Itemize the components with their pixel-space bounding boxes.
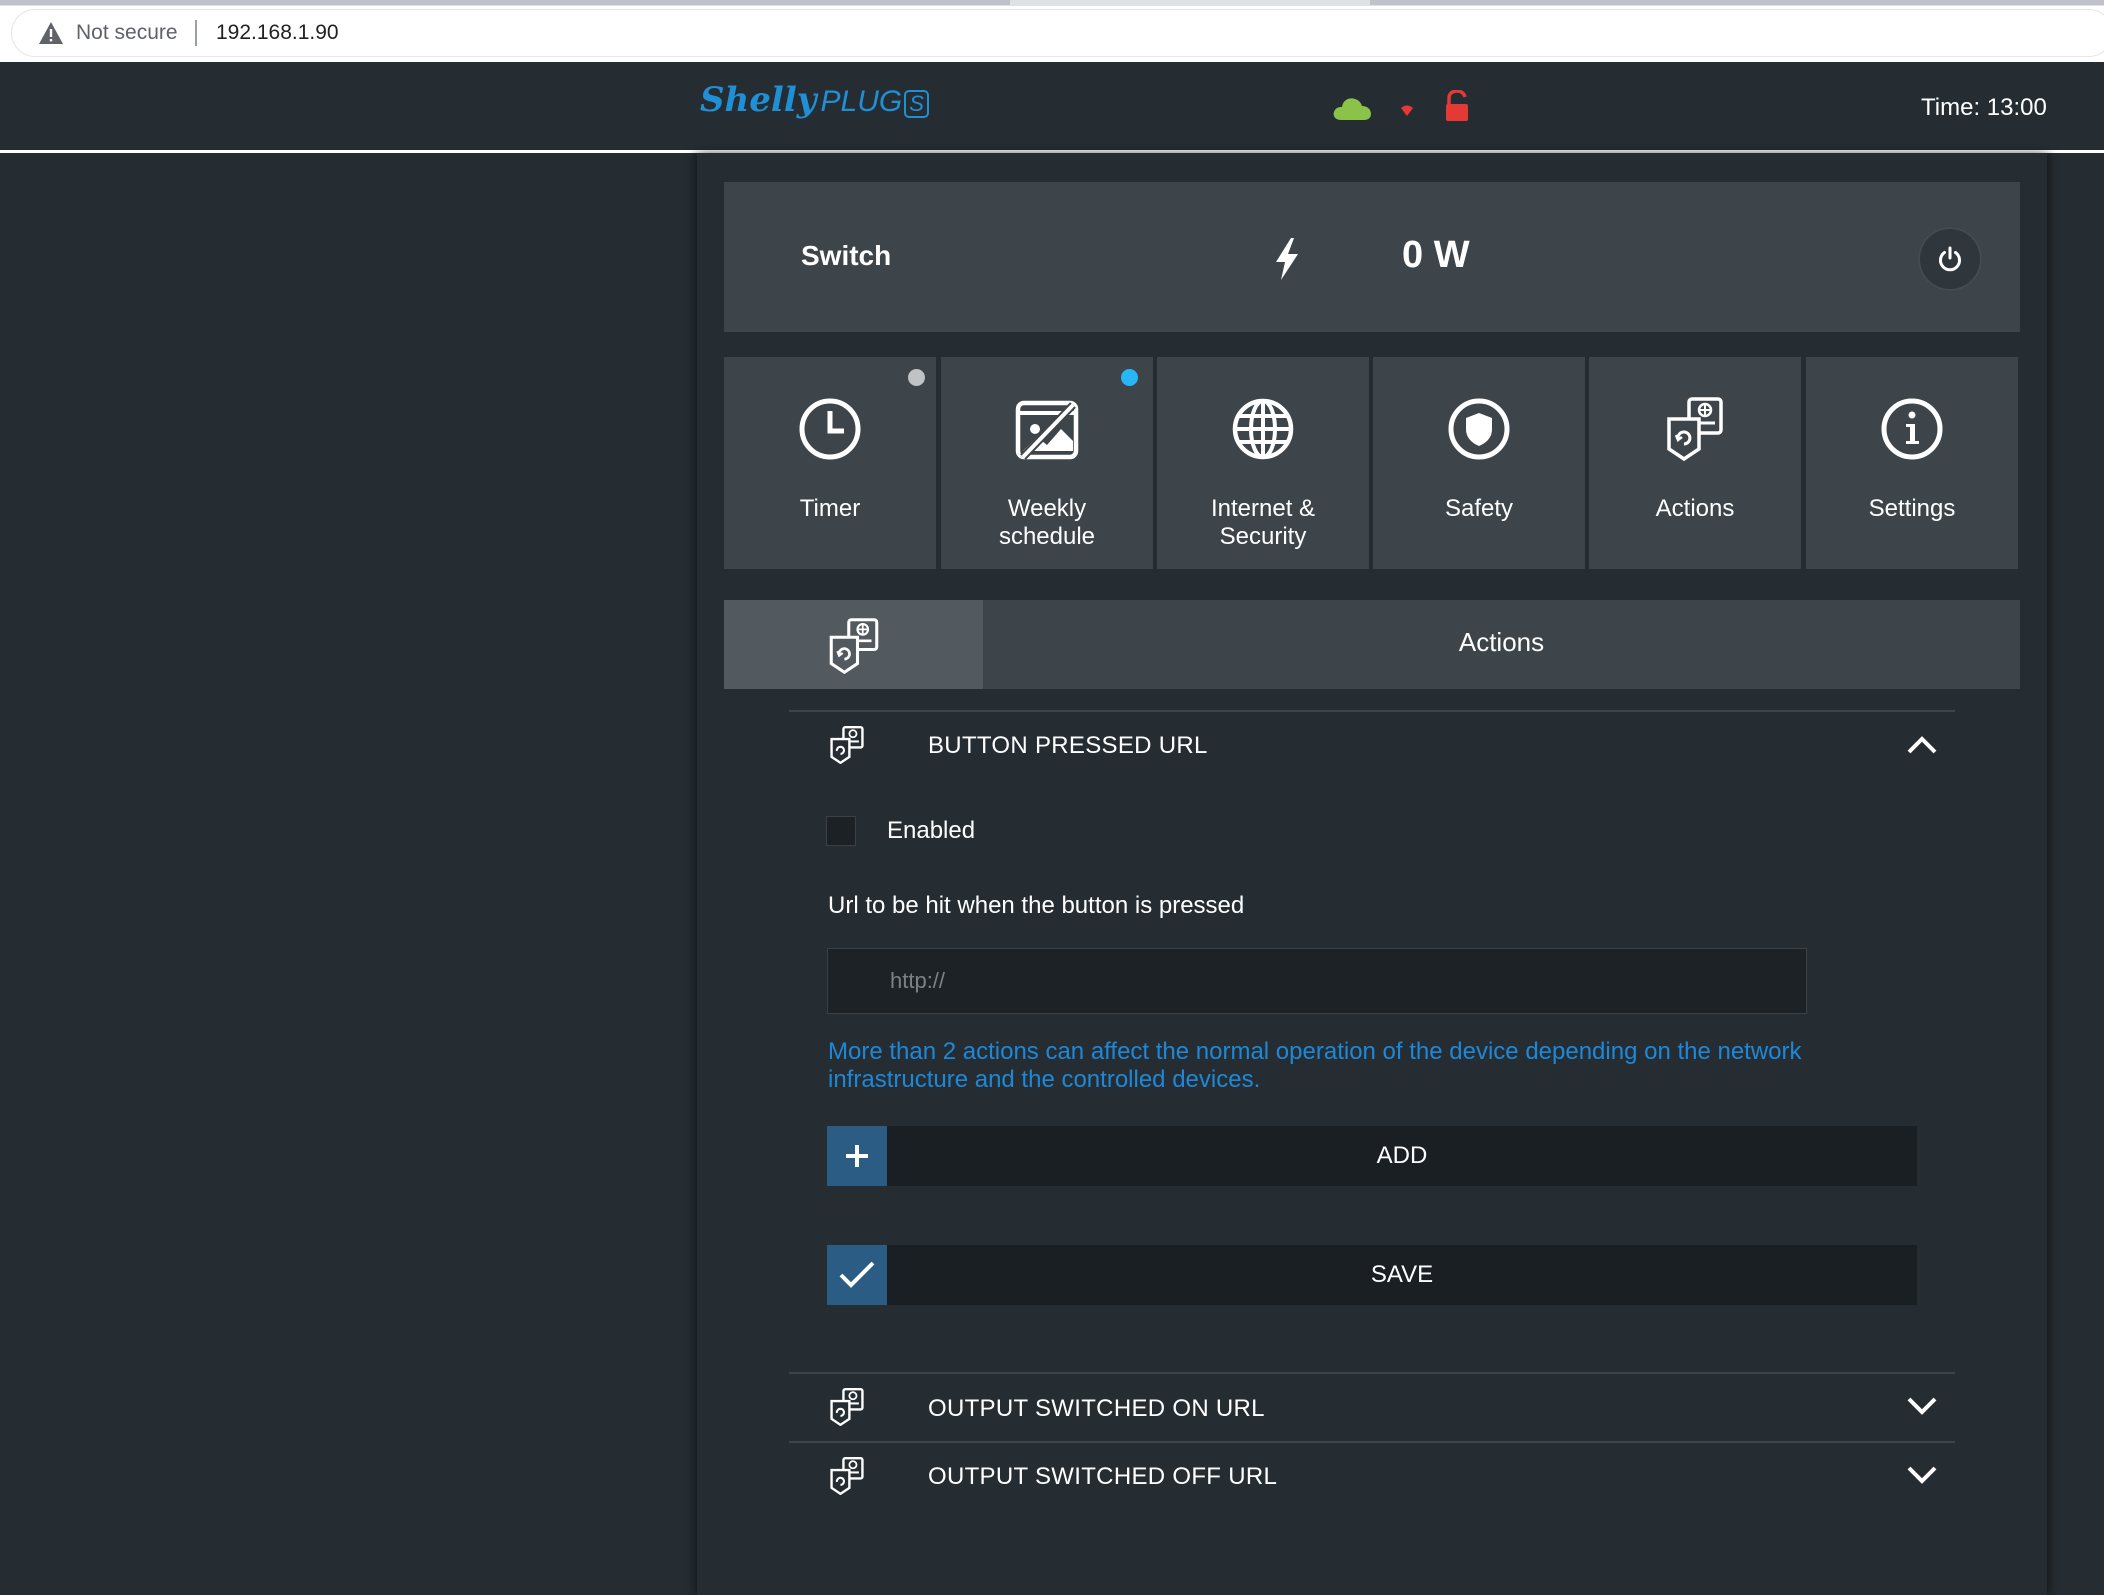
- globe-icon: [1232, 398, 1294, 460]
- section-divider: [789, 1372, 1955, 1374]
- browser-tab[interactable]: [0, 0, 1010, 5]
- checkmark-icon: [839, 1261, 875, 1288]
- logo-brand: Shelly: [700, 80, 817, 120]
- tile-actions[interactable]: Actions: [1589, 357, 1801, 569]
- add-iconbox: [827, 1126, 887, 1186]
- status-dot: [1121, 369, 1138, 386]
- tile-label: Timer: [799, 495, 861, 522]
- time-display: Time: 13:00: [1921, 94, 2047, 121]
- section-title-button-pressed[interactable]: BUTTON PRESSED URL: [928, 732, 1208, 760]
- actions-header-iconbox: [724, 600, 983, 689]
- tile-settings[interactable]: Settings: [1806, 357, 2018, 569]
- enabled-checkbox[interactable]: [826, 816, 856, 846]
- tile-label: Weekly schedule: [998, 495, 1096, 550]
- plus-icon: [846, 1145, 868, 1167]
- cloud-icon: [1333, 98, 1371, 120]
- shield-icon: [1448, 398, 1510, 460]
- actions-icon: [1667, 397, 1723, 461]
- power-icon: [1939, 246, 1961, 272]
- lock-open-icon: [1446, 90, 1468, 121]
- logo-product: PLUG: [820, 85, 903, 118]
- add-button-label: ADD: [1376, 1142, 1428, 1169]
- actions-icon: [830, 1388, 864, 1426]
- section-divider: [789, 1441, 1955, 1443]
- tile-label: Internet & Security: [1210, 495, 1316, 550]
- chevron-down-icon[interactable]: [1906, 1465, 1938, 1485]
- browser-tab[interactable]: [1370, 0, 2104, 5]
- section-title-output-on[interactable]: OUTPUT SWITCHED ON URL: [928, 1395, 1265, 1423]
- save-button[interactable]: SAVE: [827, 1245, 1917, 1305]
- chevron-down-icon[interactable]: [1906, 1396, 1938, 1416]
- switch-label: Switch: [801, 240, 892, 271]
- enabled-label: Enabled: [887, 817, 976, 844]
- clock-icon: [799, 398, 861, 460]
- actions-header-title: Actions: [1458, 627, 1545, 657]
- actions-icon: [830, 1457, 864, 1495]
- power-button[interactable]: [1918, 227, 1982, 291]
- url-text[interactable]: 192.168.1.90: [216, 21, 339, 45]
- url-description: Url to be hit when the button is pressed: [828, 892, 1245, 919]
- app-header: [0, 62, 2104, 153]
- chevron-up-icon[interactable]: [1906, 735, 1938, 755]
- save-iconbox: [827, 1245, 887, 1305]
- tile-timer[interactable]: Timer: [724, 357, 936, 569]
- tile-internet-security[interactable]: Internet & Security: [1157, 357, 1369, 569]
- tile-weekly-schedule[interactable]: Weekly schedule: [941, 357, 1153, 569]
- actions-icon: [830, 726, 864, 764]
- actions-icon: [829, 618, 879, 674]
- security-status[interactable]: Not secure: [76, 21, 178, 45]
- section-divider: [789, 710, 1955, 712]
- calendar-icon: [1015, 400, 1079, 460]
- section-title-output-off[interactable]: OUTPUT SWITCHED OFF URL: [928, 1463, 1277, 1491]
- warning-icon[interactable]: [38, 21, 64, 45]
- logo-product-suffix: S: [904, 90, 929, 118]
- address-separator: [195, 20, 197, 46]
- shelly-logo: Shelly PLUG S: [700, 80, 929, 130]
- power-reading: 0 W: [1402, 234, 1470, 276]
- switch-bar: [724, 182, 2020, 332]
- warning-message: More than 2 actions can affect the norma…: [828, 1038, 1802, 1093]
- add-button[interactable]: ADD: [827, 1126, 1917, 1186]
- lightning-icon: [1276, 238, 1298, 280]
- url-input[interactable]: [827, 948, 1807, 1014]
- status-dot: [908, 369, 925, 386]
- tile-label: Safety: [1444, 495, 1514, 522]
- wifi-icon: [1401, 105, 1413, 116]
- tile-safety[interactable]: Safety: [1373, 357, 1585, 569]
- tile-label: Settings: [1868, 495, 1956, 522]
- save-button-label: SAVE: [1370, 1261, 1434, 1288]
- info-icon: [1881, 398, 1943, 460]
- tile-label: Actions: [1655, 495, 1735, 522]
